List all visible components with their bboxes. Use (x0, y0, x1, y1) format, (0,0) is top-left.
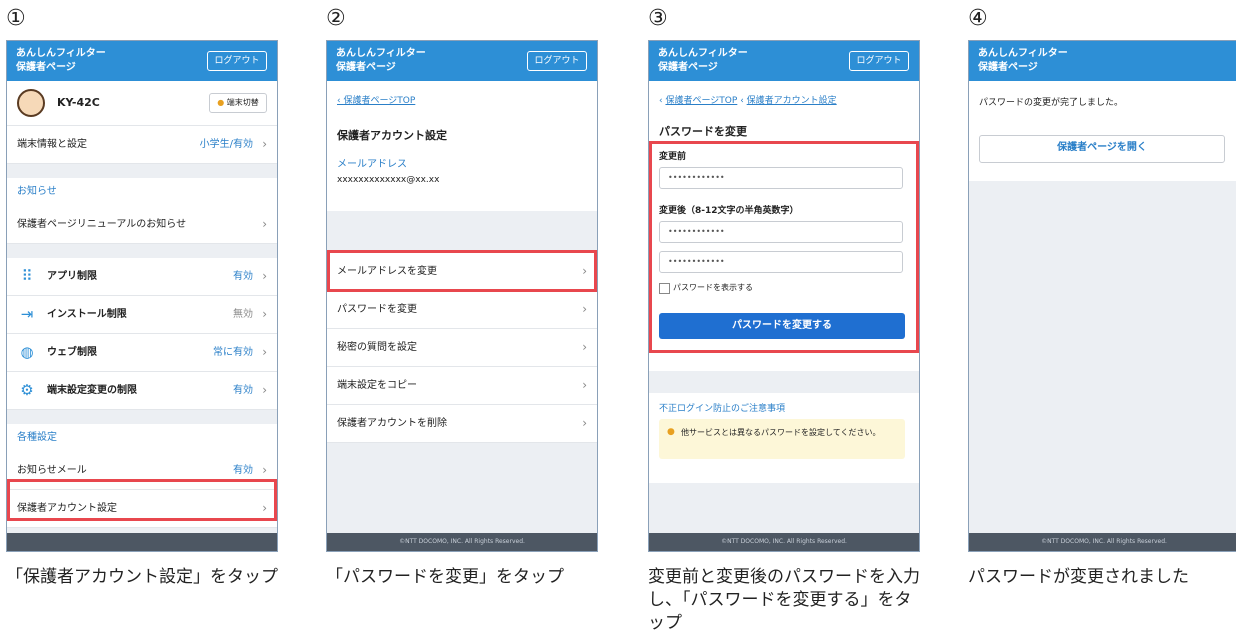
step-number: ④ (968, 6, 988, 31)
app-subtitle: 保護者ページ (978, 62, 1038, 73)
warning-box: ● 他サービスとは異なるパスワードを設定してください。 (659, 419, 905, 459)
divider (7, 410, 277, 424)
app-title: あんしんフィルター (978, 48, 1068, 59)
warning-panel: 不正ログイン防止のご注意事項 ● 他サービスとは異なるパスワードを設定してくださ… (649, 393, 919, 483)
logout-button[interactable]: ログアウト (207, 51, 267, 71)
warning-icon: ● (667, 427, 675, 437)
divider (7, 244, 277, 258)
complete-panel: パスワードの変更が完了しました。 保護者ページを開く (969, 81, 1236, 181)
app-subtitle: 保護者ページ (336, 62, 396, 73)
account-panel: ‹ 保護者ページTOP 保護者アカウント設定 メールアドレス xxxxxxxxx… (327, 81, 597, 211)
step-caption: 変更前と変更後のパスワードを入力し、「パスワードを変更する」をタップ (648, 567, 920, 633)
restriction-row-web[interactable]: ◍ ウェブ制限 常に有効 › (7, 334, 277, 372)
highlight-box (649, 141, 919, 353)
app-header: あんしんフィルター 保護者ページ (969, 41, 1236, 81)
chevron-right-icon: › (262, 383, 267, 397)
highlight-box (327, 250, 597, 292)
step-number: ③ (648, 6, 668, 31)
chevron-right-icon: › (262, 269, 267, 283)
step-caption: パスワードが変更されました (968, 567, 1189, 587)
app-header: あんしんフィルター 保護者ページ ログアウト (7, 41, 277, 81)
highlight-box (7, 479, 277, 521)
footer-bar: ©NTT DOCOMO, INC. All Rights Reserved. (327, 533, 597, 551)
menu-item-change-password[interactable]: パスワードを変更 › (327, 291, 597, 329)
chevron-right-icon: › (582, 340, 587, 354)
email-label: メールアドレス (337, 159, 407, 170)
breadcrumb-link-account[interactable]: 保護者アカウント設定 (747, 96, 837, 106)
step-caption: 「保護者アカウント設定」をタップ (6, 567, 278, 587)
footer-bar: ©NTT DOCOMO, INC. All Rights Reserved. (969, 533, 1236, 551)
page-title: パスワードを変更 (659, 125, 747, 138)
breadcrumb: ‹ 保護者ページTOP ‹ 保護者アカウント設定 (659, 93, 837, 106)
switch-device-label: 端末切替 (226, 98, 259, 107)
restriction-value: 無効 (233, 309, 253, 320)
footer-bar: ©NTT DOCOMO, INC. All Rights Reserved. (649, 533, 919, 551)
breadcrumb[interactable]: ‹ 保護者ページTOP (337, 93, 415, 106)
page-title: 保護者アカウント設定 (337, 129, 447, 142)
switch-device-button[interactable]: ● 端末切替 (209, 93, 267, 113)
restriction-row-app[interactable]: ⠿ アプリ制限 有効 › (7, 258, 277, 296)
warning-text: 他サービスとは異なるパスワードを設定してください。 (681, 428, 881, 437)
logout-button[interactable]: ログアウト (527, 51, 587, 71)
divider (327, 211, 597, 253)
info-dot-icon: ● (217, 98, 225, 107)
restriction-label: アプリ制限 (47, 271, 97, 282)
step-number: ② (326, 6, 346, 31)
app-title: あんしんフィルター (658, 48, 748, 59)
chevron-right-icon: › (262, 137, 267, 151)
chevron-right-icon: › (582, 416, 587, 430)
settings-section-header: 各種設定 (7, 424, 277, 452)
app-title: あんしんフィルター (16, 48, 106, 59)
apps-icon: ⠿ (21, 267, 33, 285)
device-info-value: 小学生/有効 (199, 139, 253, 150)
chevron-right-icon: › (262, 307, 267, 321)
step-number: ① (6, 6, 26, 31)
globe-icon: ◍ (20, 343, 34, 361)
app-subtitle: 保護者ページ (16, 62, 76, 73)
notice-section-header: お知らせ (7, 178, 277, 206)
chevron-right-icon: › (262, 217, 267, 231)
restriction-label: ウェブ制限 (47, 347, 97, 358)
logout-button[interactable]: ログアウト (849, 51, 909, 71)
chevron-right-icon: › (262, 345, 267, 359)
chevron-right-icon: › (582, 378, 587, 392)
restriction-label: 端末設定変更の制限 (47, 385, 137, 396)
restriction-value: 有効 (233, 271, 253, 282)
divider (649, 371, 919, 393)
phone-screen: あんしんフィルター 保護者ページ ログアウト KY-42C ● 端末切替 端末情… (6, 40, 278, 552)
device-settings-icon: ⚙ (20, 381, 34, 399)
device-info-label: 端末情報と設定 (17, 139, 87, 150)
device-info-row[interactable]: 端末情報と設定 小学生/有効 › (7, 126, 277, 164)
app-subtitle: 保護者ページ (658, 62, 718, 73)
phone-screen: あんしんフィルター 保護者ページ ログアウト ‹ 保護者ページTOP 保護者アカ… (326, 40, 598, 552)
restriction-value: 常に有効 (213, 347, 253, 358)
device-row: KY-42C ● 端末切替 (7, 81, 277, 126)
app-title: あんしんフィルター (336, 48, 426, 59)
restriction-row-install[interactable]: ⇥ インストール制限 無効 › (7, 296, 277, 334)
breadcrumb-link-top[interactable]: 保護者ページTOP (665, 96, 737, 106)
restriction-label: インストール制限 (47, 309, 127, 320)
menu-item-delete-account[interactable]: 保護者アカウントを削除 › (327, 405, 597, 443)
notice-row[interactable]: 保護者ページリニューアルのお知らせ › (7, 206, 277, 244)
complete-message: パスワードの変更が完了しました。 (979, 98, 1124, 108)
restriction-value: 有効 (233, 385, 253, 396)
app-header: あんしんフィルター 保護者ページ ログアウト (327, 41, 597, 81)
chevron-right-icon: › (582, 302, 587, 316)
app-header: あんしんフィルター 保護者ページ ログアウト (649, 41, 919, 81)
notice-label: 保護者ページリニューアルのお知らせ (17, 219, 187, 230)
open-parent-page-button[interactable]: 保護者ページを開く (979, 135, 1225, 163)
step-caption: 「パスワードを変更」をタップ (326, 567, 564, 587)
phone-screen: あんしんフィルター 保護者ページ パスワードの変更が完了しました。 保護者ページ… (968, 40, 1236, 552)
phone-screen: あんしんフィルター 保護者ページ ログアウト ‹ 保護者ページTOP ‹ 保護者… (648, 40, 920, 552)
restriction-row-device[interactable]: ⚙ 端末設定変更の制限 有効 › (7, 372, 277, 410)
warning-title: 不正ログイン防止のご注意事項 (659, 404, 786, 414)
install-icon: ⇥ (20, 305, 34, 323)
footer-bar (7, 533, 277, 551)
menu-item-secret-question[interactable]: 秘密の質問を設定 › (327, 329, 597, 367)
avatar (17, 89, 45, 117)
menu-item-copy-settings[interactable]: 端末設定をコピー › (327, 367, 597, 405)
device-name: KY-42C (57, 96, 100, 109)
email-value: xxxxxxxxxxxxx@xx.xx (337, 175, 440, 185)
divider (7, 164, 277, 178)
